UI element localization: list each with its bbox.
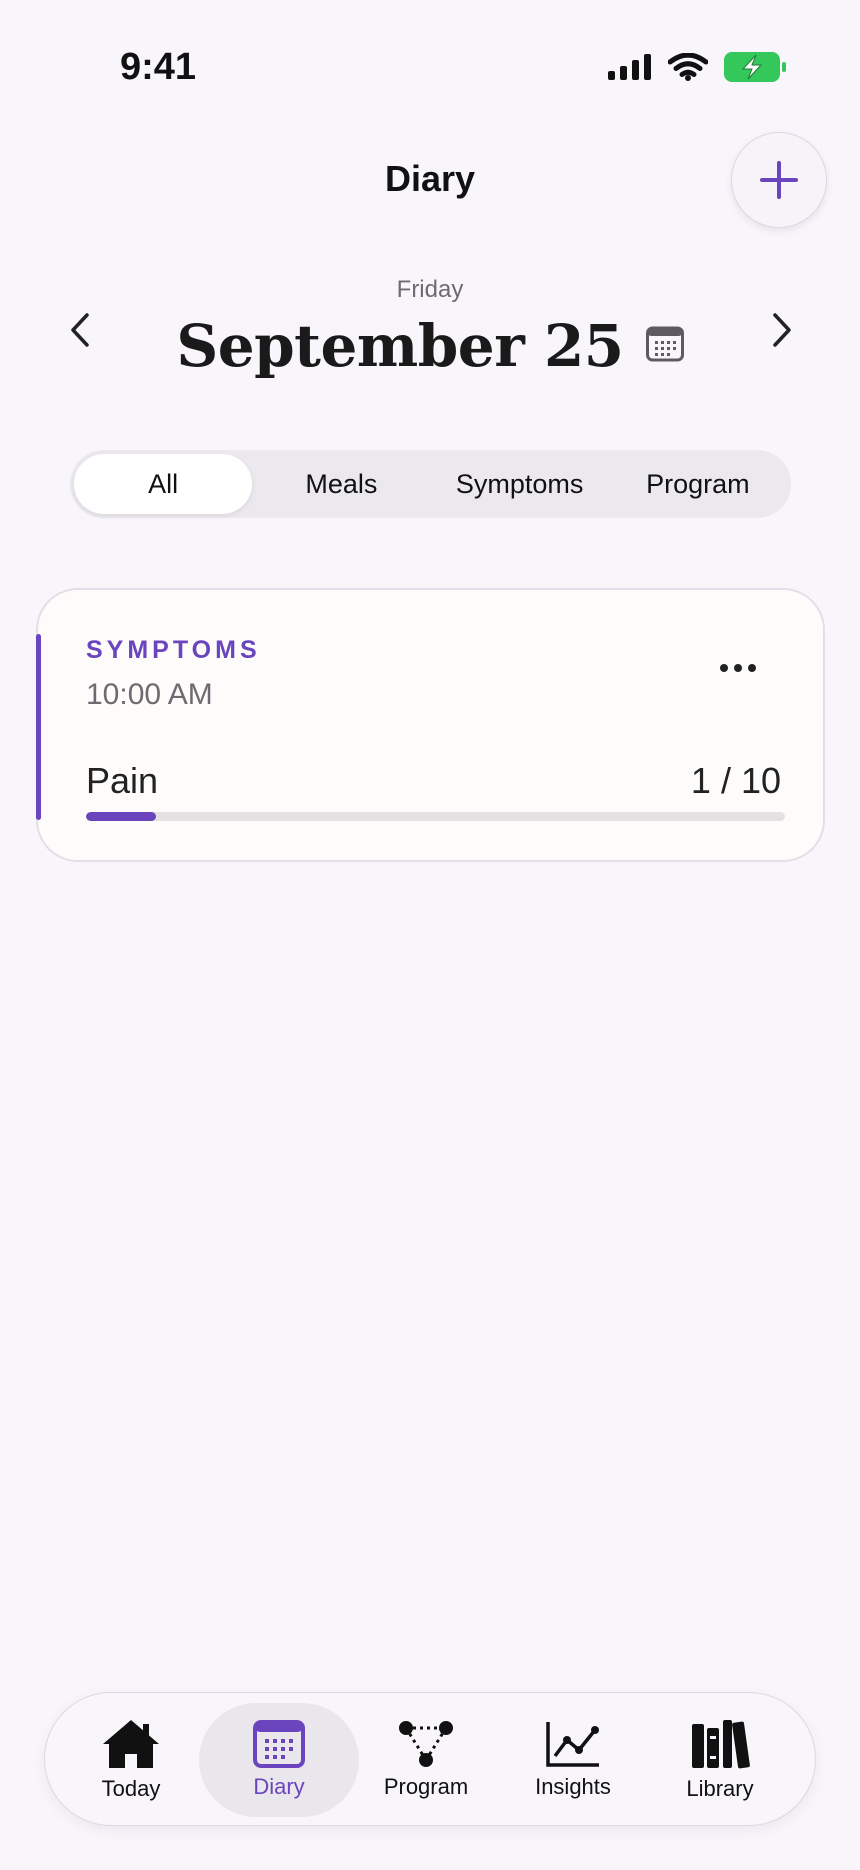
entry-category: SYMPTOMS — [86, 636, 261, 664]
tab-insights[interactable]: Insights — [493, 1703, 653, 1817]
signal-icon — [608, 54, 651, 80]
chart-icon — [546, 1722, 599, 1767]
tab-label: Today — [101, 1776, 161, 1801]
more-dot — [720, 664, 728, 672]
pain-progress-fill — [86, 812, 156, 821]
status-time: 9:41 — [120, 46, 197, 88]
chevron-right-icon — [773, 313, 791, 347]
more-options-button[interactable] — [710, 652, 766, 684]
weekday-label: Friday — [396, 276, 464, 303]
metric-value: 1 / 10 — [690, 760, 781, 801]
diary-screen: 9:41 Diary Friday September 25 All Meals… — [0, 0, 860, 1870]
program-icon — [399, 1721, 453, 1767]
date-heading: September 25 — [0, 312, 860, 380]
filter-segmented-control: All Meals Symptoms Program — [70, 450, 791, 518]
card-accent-bar — [36, 634, 41, 820]
filter-program[interactable]: Program — [609, 454, 787, 514]
next-day-button[interactable] — [762, 310, 802, 350]
tab-label: Insights — [535, 1774, 611, 1799]
tab-today[interactable]: Today — [51, 1703, 211, 1817]
date-text: September 25 — [176, 312, 624, 380]
entry-time: 10:00 AM — [86, 678, 213, 711]
filter-all[interactable]: All — [74, 454, 253, 514]
add-entry-button[interactable] — [731, 132, 827, 228]
tab-label: Program — [383, 1774, 469, 1799]
tab-library[interactable]: Library — [640, 1703, 800, 1817]
filter-meals[interactable]: Meals — [252, 454, 430, 514]
books-icon — [692, 1720, 750, 1769]
more-dot — [734, 664, 742, 672]
wifi-icon — [668, 53, 708, 81]
filter-symptoms[interactable]: Symptoms — [431, 454, 609, 514]
plus-icon — [760, 161, 798, 199]
calendar-icon — [645, 326, 684, 361]
battery-icon — [724, 52, 786, 82]
tab-label: Diary — [253, 1774, 305, 1799]
bottom-tab-bar: Today Diary Program Insights Library — [44, 1692, 816, 1826]
status-icons — [608, 52, 786, 82]
pain-progress-bar — [86, 812, 785, 821]
tab-label: Library — [686, 1776, 754, 1801]
more-dot — [748, 664, 756, 672]
tab-program[interactable]: Program — [346, 1703, 506, 1817]
house-icon — [103, 1720, 159, 1768]
tab-diary[interactable]: Diary — [199, 1703, 359, 1817]
symptom-entry-card[interactable]: SYMPTOMS 10:00 AM Pain 1 / 10 — [36, 588, 825, 862]
metric-name: Pain — [86, 760, 159, 801]
calendar-picker-button[interactable] — [645, 326, 684, 367]
calendar-icon — [253, 1720, 305, 1768]
